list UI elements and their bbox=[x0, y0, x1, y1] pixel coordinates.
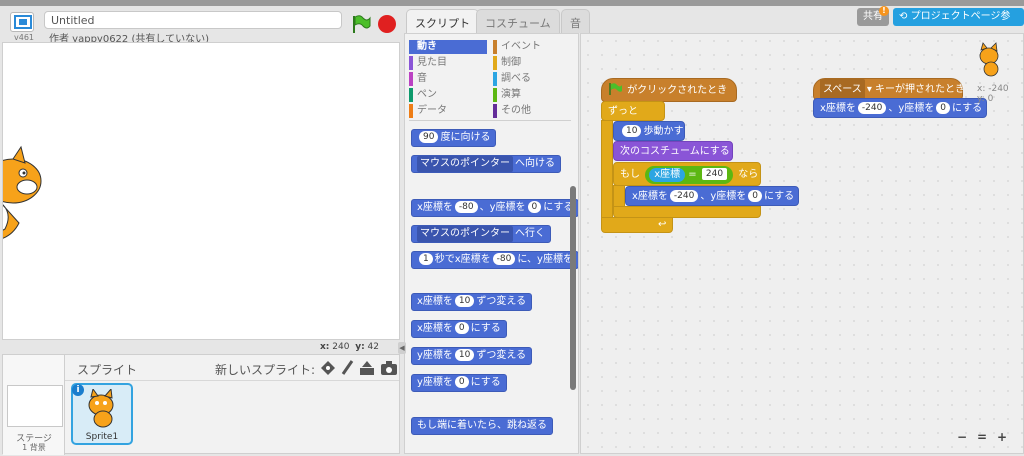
if-then-block[interactable]: もし x座標 = 240 なら bbox=[613, 162, 761, 186]
green-flag-icon[interactable] bbox=[350, 14, 372, 34]
category-pen[interactable]: ペン bbox=[409, 88, 487, 102]
zoom-reset-icon[interactable]: = bbox=[975, 430, 989, 444]
zoom-controls: − = + bbox=[955, 430, 1009, 444]
palette-divider bbox=[409, 120, 571, 121]
stage-canvas[interactable] bbox=[2, 42, 400, 340]
when-key-pressed-block[interactable]: スペース ▾ キーが押されたとき bbox=[813, 78, 965, 101]
tab-sounds[interactable]: 音 bbox=[561, 9, 590, 33]
fullscreen-icon bbox=[14, 15, 32, 29]
set-x-block[interactable]: x座標を 0 にする bbox=[411, 320, 507, 338]
sprite-header: スプライト 新しいスプライト: bbox=[65, 355, 399, 381]
see-project-page-button[interactable]: ⟲ プロジェクトページ参 bbox=[893, 8, 1024, 26]
when-flag-clicked-block[interactable]: がクリックされたとき bbox=[601, 78, 737, 102]
category-motion[interactable]: 動き bbox=[409, 40, 487, 54]
zoom-in-icon[interactable]: + bbox=[995, 430, 1009, 444]
sprite-tile-sprite1[interactable]: i Sprite1 bbox=[71, 383, 133, 445]
current-sprite-thumbnail bbox=[979, 42, 999, 77]
x-position-reporter[interactable]: x座標 bbox=[649, 168, 686, 182]
category-events[interactable]: イベント bbox=[493, 40, 571, 54]
bounce-block[interactable]: もし端に着いたら、跳ね返る bbox=[411, 417, 553, 435]
project-title-input[interactable] bbox=[44, 11, 342, 29]
go-to-xy-block[interactable]: x座標を -240 、y座標を 0 にする bbox=[813, 98, 987, 118]
change-x-block[interactable]: x座標を 10 ずつ変える bbox=[411, 293, 533, 311]
stop-button[interactable] bbox=[378, 15, 396, 33]
glide-block[interactable]: 1 秒でx座標を -80 に、y座標を bbox=[411, 251, 578, 269]
share-alert-badge: ! bbox=[879, 6, 889, 16]
forever-block[interactable]: ずっと bbox=[601, 101, 665, 121]
top-menu-bar bbox=[0, 0, 1024, 6]
tab-costumes[interactable]: コスチューム bbox=[476, 9, 560, 33]
go-to-xy-block[interactable]: x座標を -240 、y座標を 0 にする bbox=[625, 186, 799, 206]
sprites-title: スプライト bbox=[77, 363, 138, 377]
category-sound[interactable]: 音 bbox=[409, 72, 487, 86]
mouse-coordinates: x: 240 y: 42 bbox=[320, 342, 379, 352]
version-label: v461 bbox=[14, 33, 35, 42]
category-more[interactable]: その他 bbox=[493, 104, 571, 118]
palette-scrollbar[interactable] bbox=[570, 186, 576, 390]
set-y-block[interactable]: y座標を 0 にする bbox=[411, 374, 507, 392]
zoom-out-icon[interactable]: − bbox=[955, 430, 969, 444]
cat-sprite-on-stage[interactable] bbox=[2, 143, 53, 243]
sprite-pane: ステージ 1 背景 スプライト 新しいスプライト: i Sprite1 bbox=[2, 354, 400, 455]
equals-operator[interactable]: x座標 = 240 bbox=[645, 166, 734, 184]
stage-backdrop-count: 1 背景 bbox=[22, 443, 46, 452]
script-area[interactable]: がクリックされたとき ずっと ↩ 10 歩動かす 次のコスチュームにする もし x… bbox=[580, 33, 1024, 454]
category-operators[interactable]: 演算 bbox=[493, 88, 571, 102]
sprite-name: Sprite1 bbox=[85, 432, 119, 442]
forever-block-footer[interactable]: ↩ bbox=[601, 217, 673, 233]
block-palette: 動き イベント 見た目 制御 音 調べる ペン 演算 データ その他 90 度に向… bbox=[404, 33, 579, 454]
if-block-arm bbox=[613, 185, 625, 207]
point-towards-block[interactable]: マウスのポインター へ向ける bbox=[411, 155, 561, 173]
upload-sprite-icon[interactable] bbox=[358, 360, 376, 376]
category-control[interactable]: 制御 bbox=[493, 56, 571, 70]
if-block-footer bbox=[613, 206, 761, 218]
next-costume-block[interactable]: 次のコスチュームにする bbox=[613, 141, 733, 161]
stage-thumbnail[interactable] bbox=[7, 385, 63, 427]
category-sensing[interactable]: 調べる bbox=[493, 72, 571, 86]
new-sprite-label: 新しいスプライト: bbox=[215, 363, 316, 377]
point-in-direction-block[interactable]: 90 度に向ける bbox=[411, 129, 497, 147]
go-to-xy-block[interactable]: x座標を -80 、y座標を 0 にする bbox=[411, 199, 578, 217]
category-looks[interactable]: 見た目 bbox=[409, 56, 487, 70]
collapse-stage-handle[interactable]: ◀ bbox=[398, 342, 406, 354]
project-page-icon: ⟲ bbox=[899, 11, 908, 22]
stage-header: v461 作者 yappy0622 (共有していない) bbox=[2, 8, 400, 45]
fullscreen-button[interactable] bbox=[10, 12, 34, 32]
paint-new-sprite-icon[interactable] bbox=[340, 360, 354, 376]
change-y-block[interactable]: y座標を 10 ずつ変える bbox=[411, 347, 533, 365]
go-to-block[interactable]: マウスのポインター へ行く bbox=[411, 225, 551, 243]
forever-block-arm bbox=[601, 120, 613, 220]
tab-scripts[interactable]: スクリプト bbox=[406, 9, 479, 33]
camera-icon[interactable] bbox=[380, 360, 398, 376]
choose-sprite-from-library-icon[interactable] bbox=[320, 360, 336, 376]
category-data[interactable]: データ bbox=[409, 104, 487, 118]
sprite1-thumbnail bbox=[88, 389, 114, 428]
current-sprite-position: x: -240 y: 0 bbox=[977, 84, 1009, 104]
move-steps-block[interactable]: 10 歩動かす bbox=[613, 121, 685, 141]
stage-panel: ステージ 1 背景 bbox=[3, 355, 65, 455]
green-flag-icon bbox=[609, 83, 622, 95]
